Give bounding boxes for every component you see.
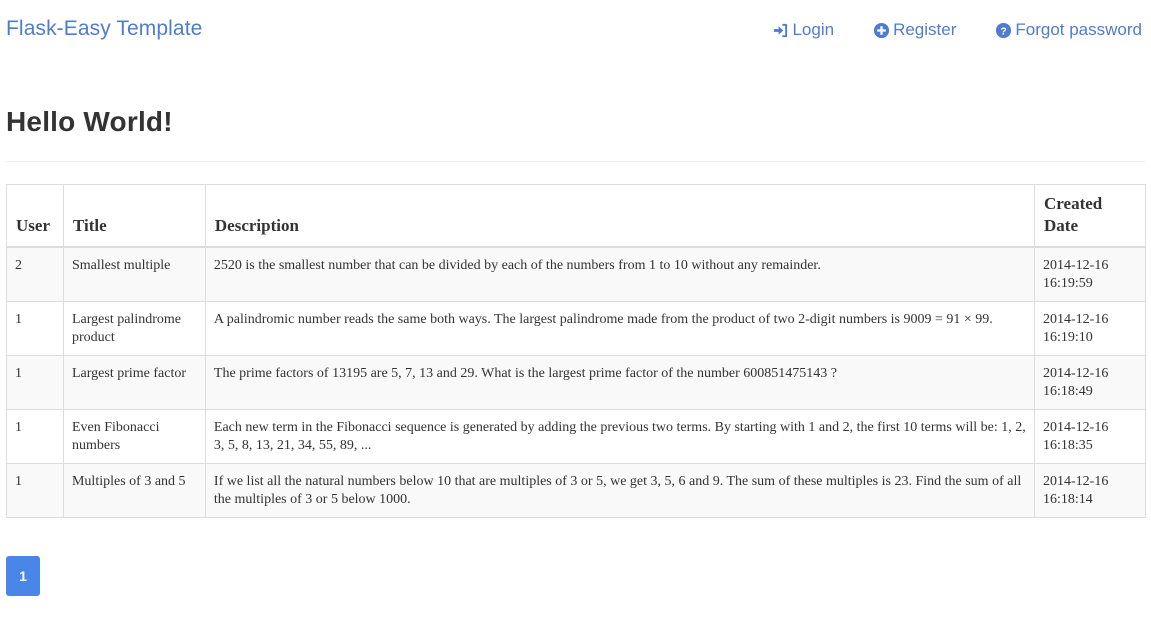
cell-title: Multiples of 3 and 5 (62, 463, 206, 518)
cell-time: 16:19:59 (1043, 276, 1093, 291)
brand-link[interactable]: Flask-Easy Template (6, 17, 202, 41)
cell-title: Even Fibonacci numbers (62, 409, 206, 464)
divider (6, 161, 1145, 162)
cell-time: 16:19:10 (1043, 330, 1093, 345)
svg-text:?: ? (1000, 26, 1006, 37)
cell-time: 16:18:14 (1043, 492, 1093, 507)
cell-user: 1 (6, 409, 64, 464)
cell-date: 2014-12-16 (1043, 366, 1109, 381)
cell-title: Largest prime factor (62, 355, 206, 410)
table-row: 1 Even Fibonacci numbers Each new term i… (6, 409, 1146, 464)
table-header-row: User Title Description Created Date (6, 184, 1146, 248)
login-link[interactable]: Login (771, 20, 834, 40)
register-label: Register (893, 20, 957, 39)
cell-time: 16:18:49 (1043, 384, 1093, 399)
pagination: 1 (6, 556, 40, 596)
cell-description: The prime factors of 13195 are 5, 7, 13 … (204, 355, 1036, 410)
header-user: User (6, 184, 64, 248)
cell-user: 1 (6, 301, 64, 356)
cell-created-date: 2014-12-16 16:18:35 (1034, 409, 1146, 464)
table-row: 1 Multiples of 3 and 5 If we list all th… (6, 463, 1146, 518)
cell-date: 2014-12-16 (1043, 420, 1109, 435)
header-description: Description (204, 184, 1036, 248)
login-label: Login (792, 20, 835, 39)
page-1-button[interactable]: 1 (6, 556, 40, 596)
plus-circle-icon (872, 21, 890, 39)
table-row: 1 Largest palindrome product A palindrom… (6, 301, 1146, 356)
nav-links: Login Register ? Forgot password (733, 20, 1142, 40)
page-title: Hello World! (6, 106, 173, 137)
register-link[interactable]: Register (872, 20, 956, 40)
cell-description: If we list all the natural numbers below… (204, 463, 1036, 518)
cell-created-date: 2014-12-16 16:18:14 (1034, 463, 1146, 518)
posts-table: User Title Description Created Date 2 Sm… (6, 184, 1146, 518)
sign-in-icon (771, 21, 789, 39)
cell-time: 16:18:35 (1043, 438, 1093, 453)
cell-user: 2 (6, 246, 64, 302)
table-row: 1 Largest prime factor The prime factors… (6, 355, 1146, 410)
cell-created-date: 2014-12-16 16:19:59 (1034, 246, 1146, 302)
cell-description: A palindromic number reads the same both… (204, 301, 1036, 356)
cell-date: 2014-12-16 (1043, 474, 1109, 489)
cell-title: Smallest multiple (62, 246, 206, 302)
cell-created-date: 2014-12-16 16:18:49 (1034, 355, 1146, 410)
cell-date: 2014-12-16 (1043, 258, 1109, 273)
cell-date: 2014-12-16 (1043, 312, 1109, 327)
header-created-date: Created Date (1034, 184, 1146, 248)
table-row: 2 Smallest multiple 2520 is the smallest… (6, 246, 1146, 302)
navbar: Flask-Easy Template Login Register ? For… (0, 0, 1151, 62)
forgot-password-link[interactable]: ? Forgot password (994, 20, 1142, 40)
cell-description: Each new term in the Fibonacci sequence … (204, 409, 1036, 464)
cell-user: 1 (6, 355, 64, 410)
forgot-password-label: Forgot password (1015, 20, 1142, 39)
header-title: Title (62, 184, 206, 248)
cell-created-date: 2014-12-16 16:19:10 (1034, 301, 1146, 356)
cell-user: 1 (6, 463, 64, 518)
cell-title: Largest palindrome product (62, 301, 206, 356)
question-circle-icon: ? (994, 21, 1012, 39)
cell-description: 2520 is the smallest number that can be … (204, 246, 1036, 302)
